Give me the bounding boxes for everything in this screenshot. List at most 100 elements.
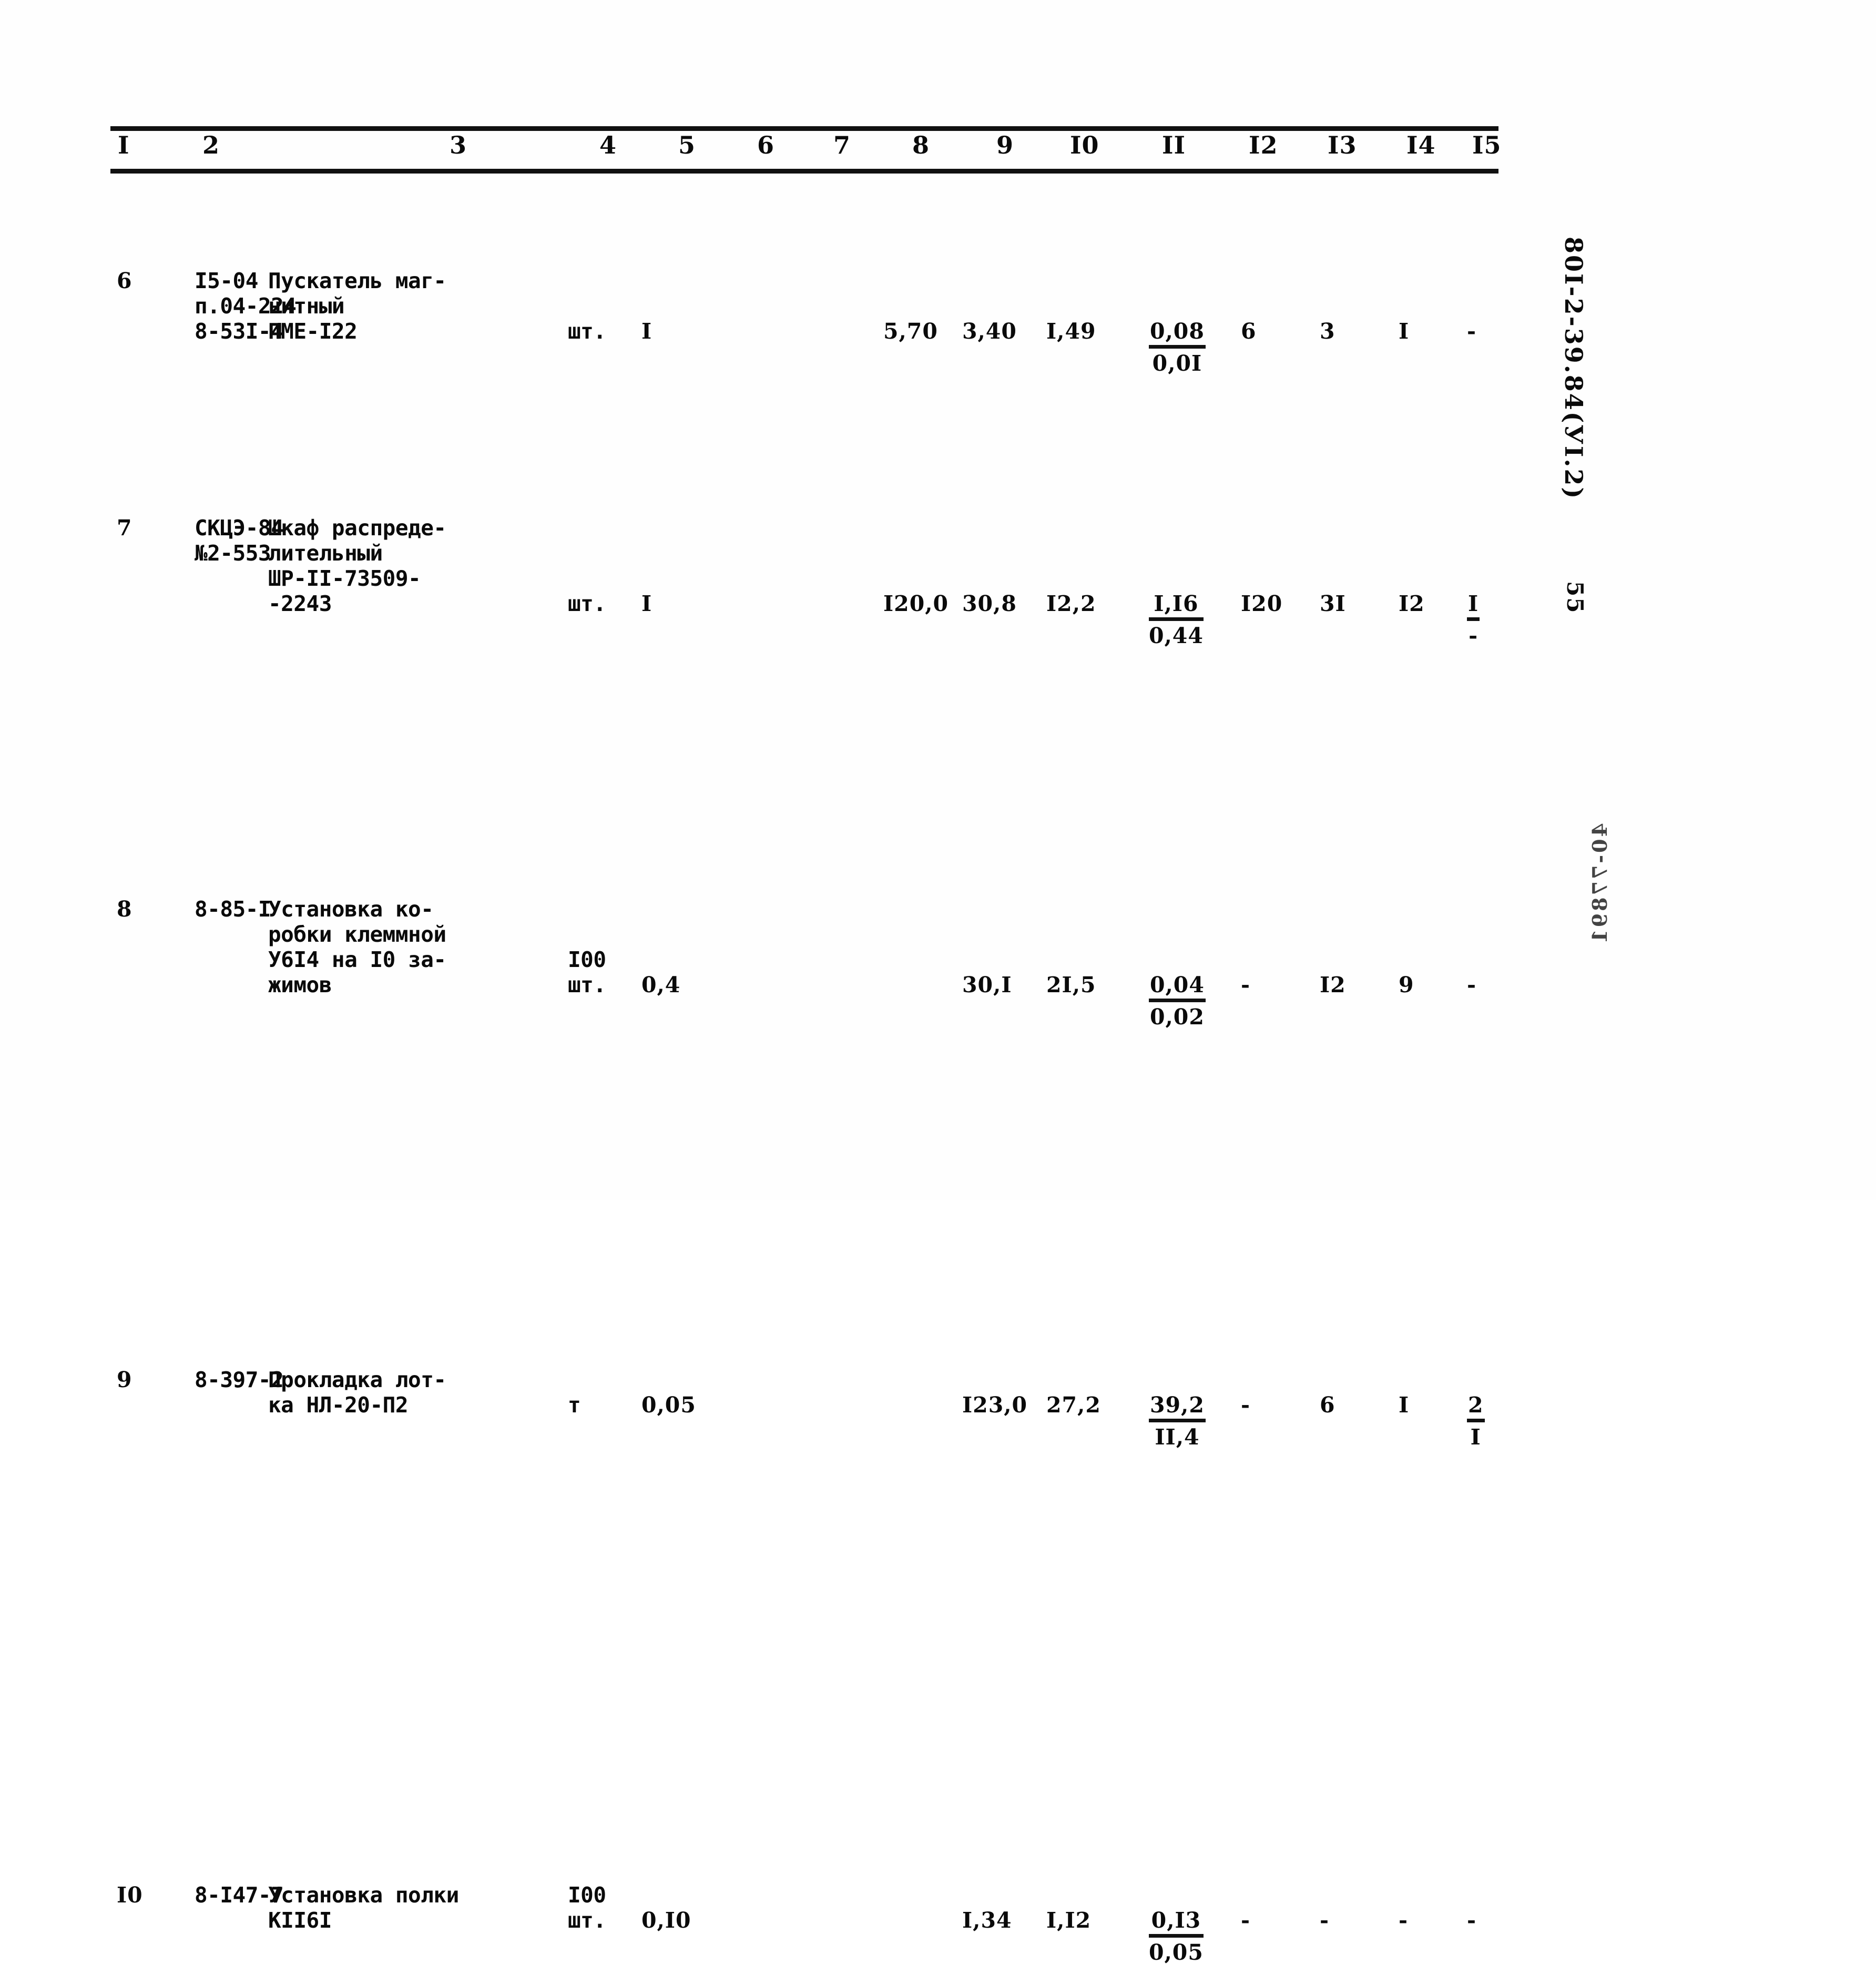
- column-header-11: II: [1162, 131, 1186, 159]
- value-col-9: I,34: [962, 1908, 1012, 1933]
- table-row: 9 8-397-2 Прокладка лот-ка НЛ-20-П2 т 0,05 I2…: [110, 999, 1498, 1450]
- value-col-13: I2: [1320, 972, 1346, 997]
- row-position-number: 7: [117, 515, 132, 541]
- description-line: нитный: [268, 293, 345, 319]
- value-col-11-fraction: 0,I3 0,05: [1149, 1908, 1204, 1965]
- value-col-15: -: [1467, 972, 1477, 997]
- value-col-8: I20,0: [883, 591, 949, 616]
- unit-line: I00: [568, 1882, 606, 1908]
- description-line: Пускатель маг-: [268, 268, 446, 293]
- quantity-line: I: [641, 591, 652, 616]
- description-line: робки клеммной: [268, 922, 446, 947]
- value-col-10: I,49: [1046, 319, 1096, 344]
- table-header-bottom-rule: [110, 169, 1498, 174]
- description-line: ШР-II-73509-: [268, 566, 421, 591]
- table-body: 6 I5-04 п.04-224 8-53I-4 Пускатель маг-нитны…: [110, 174, 1498, 1965]
- value-col-10: I,I2: [1046, 1908, 1092, 1933]
- value-col-13: 3: [1320, 319, 1335, 344]
- fraction-numerator: 0,08: [1149, 319, 1206, 349]
- value-col-14: 9: [1399, 972, 1414, 997]
- description-line: У6I4 на I0 за-: [268, 947, 446, 972]
- column-header-6: 6: [757, 131, 775, 159]
- unit-line: шт.: [568, 972, 606, 997]
- value-col-12: -: [1241, 1908, 1251, 1933]
- quantity-line: 0,05: [641, 1392, 696, 1418]
- column-header-9: 9: [996, 131, 1014, 159]
- norm-code-line: I5-04: [195, 268, 258, 293]
- fraction-numerator: 2: [1467, 1392, 1485, 1422]
- column-header-2: 2: [202, 131, 220, 159]
- description-line: Шкаф распреде-: [268, 515, 446, 541]
- value-col-14: -: [1399, 1908, 1409, 1933]
- description-line: лительный: [268, 541, 383, 566]
- value-col-13: -: [1320, 1908, 1330, 1933]
- column-header-8: 8: [912, 131, 930, 159]
- table-row: 7 СКЦЭ-84 №2-553 Шкаф распреде-лительный ШР-…: [110, 347, 1498, 648]
- fraction-denominator: 0,05: [1149, 1940, 1204, 1965]
- fraction-numerator: 0,I3: [1149, 1908, 1204, 1938]
- column-header-3: 3: [450, 131, 467, 159]
- value-col-10: I2,2: [1046, 591, 1096, 616]
- stamp-code: 40-77891: [1588, 823, 1612, 945]
- column-header-13: I3: [1328, 131, 1357, 159]
- value-col-14: I2: [1399, 591, 1425, 616]
- value-col-15: -: [1467, 1908, 1477, 1933]
- description-line: Установка ко-: [268, 897, 434, 922]
- table-top-rule: [110, 126, 1498, 131]
- value-col-9: 30,I: [962, 972, 1012, 997]
- value-col-12: -: [1241, 972, 1251, 997]
- value-col-8: 5,70: [883, 319, 938, 344]
- value-col-12: 6: [1241, 319, 1257, 344]
- table-row: 6 I5-04 п.04-224 8-53I-4 Пускатель маг-нитны…: [110, 174, 1498, 376]
- quantity-line: 0,I0: [641, 1908, 691, 1933]
- description-line: Установка полки: [268, 1882, 459, 1908]
- fraction-numerator: 39,2: [1149, 1392, 1206, 1422]
- document-page: I 2 3 4 5 6 7 8 9 I0 II I2 I3 I4 I5 6 I5-04 п.04-224 8-53…: [0, 0, 1876, 1965]
- description-line: ПМЕ-I22: [268, 319, 358, 344]
- row-position-number: 9: [117, 1367, 132, 1392]
- unit-line: шт.: [568, 319, 606, 344]
- value-col-14: I: [1399, 319, 1410, 344]
- unit-line: шт.: [568, 591, 606, 616]
- value-col-14: I: [1399, 1392, 1410, 1418]
- value-col-10: 2I,5: [1046, 972, 1096, 997]
- document-code-vertical: 80I-2-39.84(УI.2): [1559, 237, 1588, 501]
- value-col-15: -: [1467, 319, 1477, 344]
- fraction-numerator: I: [1467, 591, 1480, 621]
- column-header-14: I4: [1406, 131, 1436, 159]
- column-header-1: I: [118, 131, 130, 159]
- table-row: 8 8-85-I Установка ко-робки клеммной У6I4 н…: [110, 618, 1498, 1030]
- column-header-12: I2: [1249, 131, 1278, 159]
- description-line: жимов: [268, 972, 332, 997]
- value-col-10: 27,2: [1046, 1392, 1101, 1418]
- unit-line: шт.: [568, 1908, 606, 1933]
- description-line: Прокладка лот-: [268, 1367, 446, 1392]
- page-number: 55: [1562, 581, 1588, 614]
- norm-code-line: 8-85-I: [195, 897, 271, 922]
- value-col-13: 3I: [1320, 591, 1346, 616]
- fraction-numerator: 0,04: [1149, 972, 1206, 1002]
- quantity-line: 0,4: [641, 972, 681, 997]
- quantity-line: I: [641, 319, 652, 344]
- value-col-9: I23,0: [962, 1392, 1028, 1418]
- description-line: ка НЛ-20-П2: [268, 1392, 409, 1418]
- row-position-number: I0: [117, 1882, 143, 1908]
- column-header-10: I0: [1070, 131, 1099, 159]
- value-col-12: I20: [1241, 591, 1283, 616]
- value-col-9: 30,8: [962, 591, 1017, 616]
- column-header-15: I5: [1472, 131, 1502, 159]
- description-line: -2243: [268, 591, 332, 616]
- norm-code-line: №2-553: [195, 541, 271, 566]
- unit-line: I00: [568, 947, 606, 972]
- fraction-numerator: I,I6: [1149, 591, 1204, 621]
- specification-table: I 2 3 4 5 6 7 8 9 I0 II I2 I3 I4 I5 6 I5-04 п.04-224 8-53…: [110, 126, 1501, 1965]
- table-row: I0 8-I47-7 Установка полки КII6I I00 шт. 0,I0 I…: [110, 1430, 1498, 1965]
- value-col-13: 6: [1320, 1392, 1335, 1418]
- row-position-number: 6: [117, 268, 132, 293]
- unit-line: т: [568, 1392, 581, 1418]
- description-line: КII6I: [268, 1908, 332, 1933]
- column-header-7: 7: [833, 131, 851, 159]
- table-column-header-row: I 2 3 4 5 6 7 8 9 I0 II I2 I3 I4 I5: [110, 131, 1501, 169]
- row-position-number: 8: [117, 897, 132, 922]
- column-header-4: 4: [599, 131, 617, 159]
